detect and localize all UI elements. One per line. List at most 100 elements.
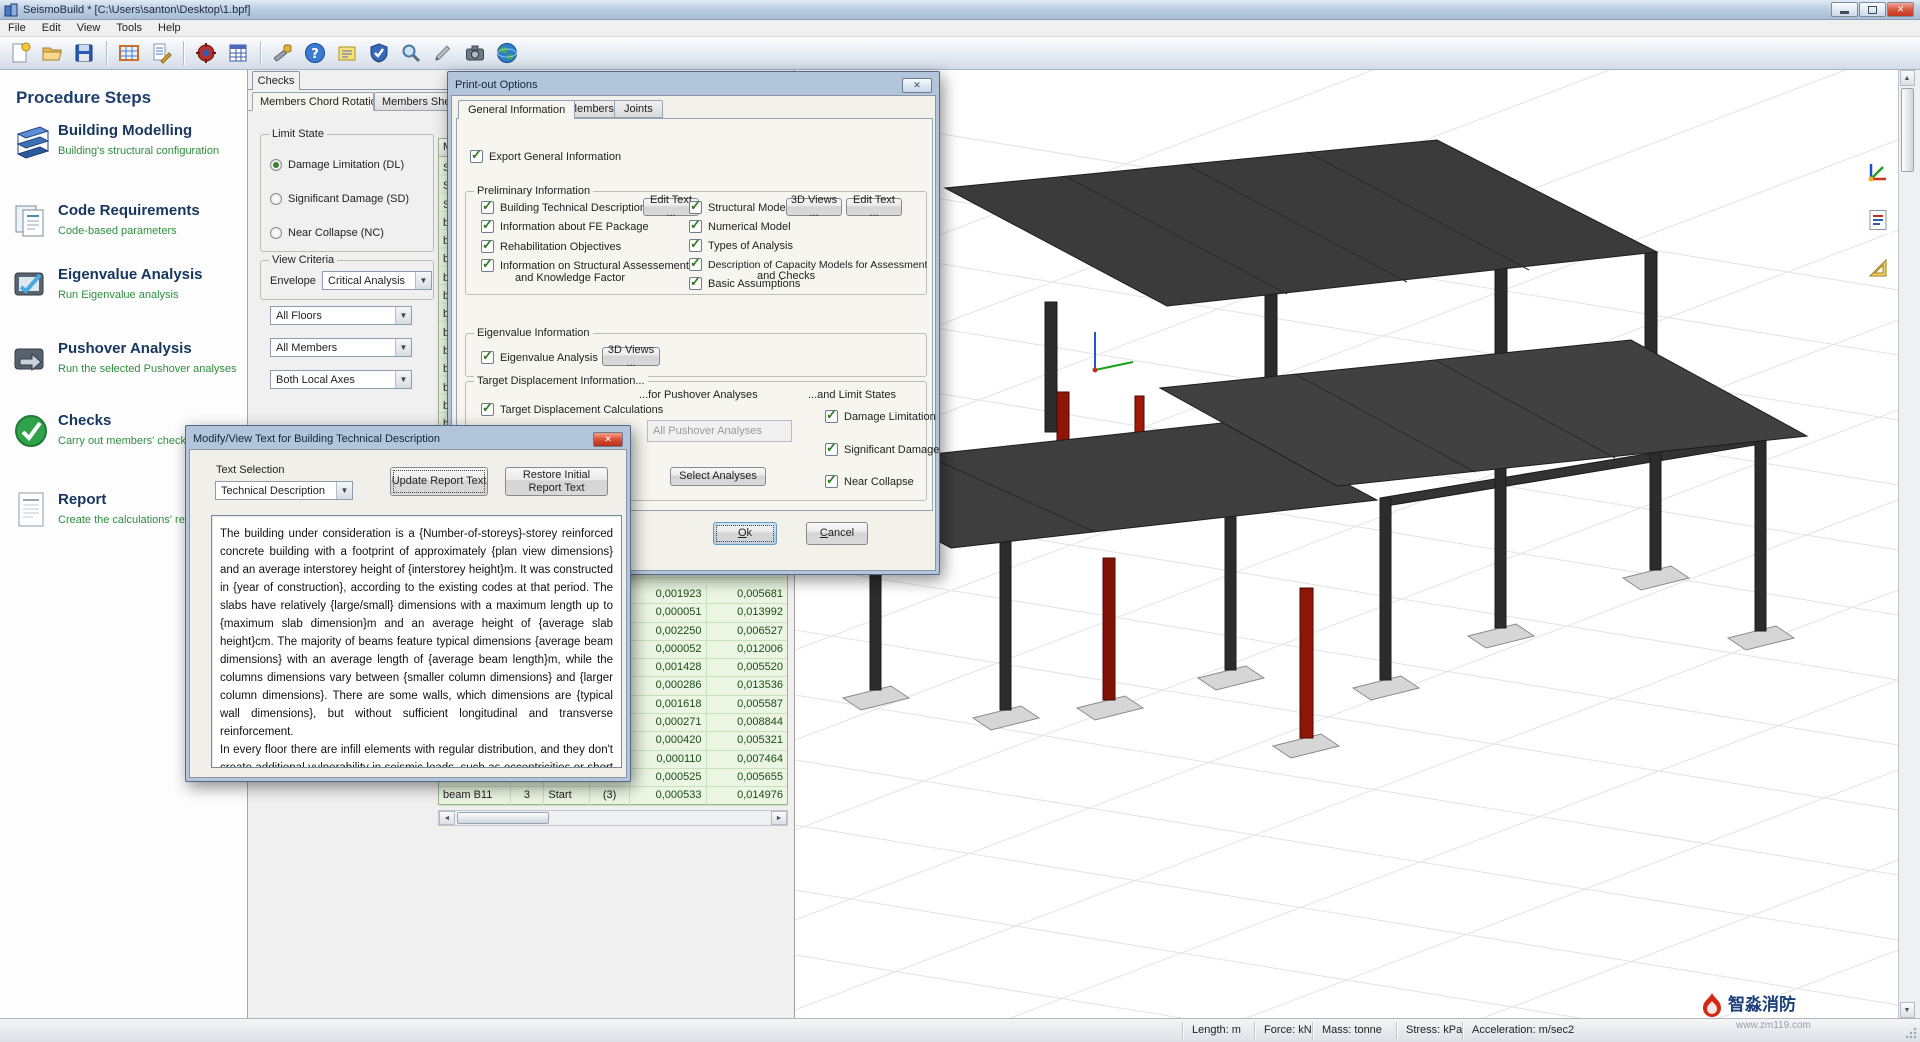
target-displacement-checkbox[interactable]: ✓Target Displacement Calculations [481, 403, 663, 416]
scroll-up-icon[interactable]: ▲ [1900, 70, 1915, 86]
new-file-button[interactable] [6, 39, 34, 67]
snapshot-button[interactable] [461, 39, 489, 67]
help-button[interactable]: ? [301, 39, 329, 67]
tools-button[interactable] [269, 39, 297, 67]
toolbar-separator [260, 41, 261, 65]
sidebar-item-eigenvalue-analysis[interactable]: Eigenvalue Analysis Run Eigenvalue analy… [0, 264, 248, 322]
cell-demand: 0,001923 [630, 586, 707, 603]
scroll-down-icon[interactable]: ▼ [1900, 1002, 1915, 1018]
basic-assumptions-checkbox[interactable]: ✓Basic Assumptions [689, 277, 800, 290]
eigenvalue-3d-views-button[interactable]: 3D Views ... [602, 347, 660, 366]
cell-capacity: 0,005655 [707, 769, 788, 786]
significant-damage-checkbox[interactable]: ✓Significant Damage [825, 443, 939, 456]
select-analyses-button[interactable]: Select Analyses [670, 467, 766, 486]
cancel-button[interactable]: Cancel [806, 522, 868, 545]
model-3d-view[interactable] [795, 70, 1898, 1018]
restore-initial-report-text-button[interactable]: Restore Initial Report Text [505, 467, 608, 496]
eigenvalue-analysis-checkbox[interactable]: ✓Eigenvalue Analysis [481, 351, 598, 364]
toolbar-separator [106, 41, 107, 65]
titlebar[interactable]: SeismoBuild * [C:\Users\santon\Desktop\1… [0, 0, 1920, 20]
web-button[interactable] [493, 39, 521, 67]
radio-significant-damage[interactable]: Significant Damage (SD) [270, 193, 409, 205]
scroll-left-icon[interactable]: ◄ [439, 811, 455, 825]
tab-checks[interactable]: Checks [252, 71, 300, 90]
maximize-icon [1868, 6, 1877, 14]
update-report-text-button[interactable]: Update Report Text [390, 467, 488, 496]
dialog-close-button[interactable]: ✕ [593, 432, 623, 447]
types-of-analysis-checkbox[interactable]: ✓Types of Analysis [689, 239, 793, 252]
checkbox-icon: ✓ [825, 443, 838, 456]
pushover-analyses-field[interactable]: All Pushover Analyses [647, 420, 792, 442]
output-list-button[interactable] [1864, 206, 1892, 234]
sidebar-item-building-modelling[interactable]: Building Modelling Building's structural… [0, 120, 248, 178]
result-tables-button[interactable] [224, 39, 252, 67]
members-combo[interactable]: All Members ▼ [270, 338, 412, 357]
tab-joints[interactable]: Joints [614, 100, 663, 118]
code-requirements-button[interactable] [147, 39, 175, 67]
table-horizontal-scrollbar[interactable]: ◄ ► [438, 810, 788, 826]
sidebar-item-code-requirements[interactable]: Code Requirements Code-based parameters [0, 200, 248, 258]
notes-button[interactable] [333, 39, 361, 67]
dialog-titlebar[interactable]: Modify/View Text for Building Technical … [189, 429, 627, 449]
status-separator [1182, 1022, 1183, 1039]
measure-button[interactable] [1864, 254, 1892, 282]
run-analysis-button[interactable] [192, 39, 220, 67]
scroll-right-icon[interactable]: ► [771, 811, 787, 825]
save-button[interactable] [70, 39, 98, 67]
building-technical-description-checkbox[interactable]: ✓Building Technical Description [481, 201, 646, 214]
near-collapse-checkbox[interactable]: ✓Near Collapse [825, 475, 914, 488]
minimize-button[interactable] [1831, 2, 1858, 17]
menu-view[interactable]: View [69, 21, 109, 35]
scroll-thumb[interactable] [1901, 88, 1914, 172]
edit-button[interactable] [429, 39, 457, 67]
radio-near-collapse[interactable]: Near Collapse (NC) [270, 227, 384, 239]
app-icon [4, 3, 18, 17]
menu-help[interactable]: Help [150, 21, 189, 35]
menu-file[interactable]: File [0, 21, 34, 35]
app-window: SeismoBuild * [C:\Users\santon\Desktop\1… [0, 0, 1920, 1042]
ok-button[interactable]: Ok [713, 522, 777, 545]
chevron-down-icon: ▼ [395, 307, 411, 324]
sidebar-item-pushover-analysis[interactable]: Pushover Analysis Run the selected Pusho… [0, 338, 248, 396]
maximize-button[interactable] [1859, 2, 1886, 17]
zoom-button[interactable] [397, 39, 425, 67]
floors-combo[interactable]: All Floors ▼ [270, 306, 412, 325]
report-text-area[interactable]: The building under consideration is a {N… [211, 515, 622, 768]
cell-demand: 0,000420 [630, 732, 707, 749]
text-selection-combo[interactable]: Technical Description ▼ [215, 481, 353, 500]
chevron-down-icon: ▼ [395, 371, 411, 388]
open-file-button[interactable] [38, 39, 66, 67]
scroll-thumb[interactable] [457, 812, 549, 824]
axes-combo[interactable]: Both Local Axes ▼ [270, 370, 412, 389]
dialog-titlebar[interactable]: Print-out Options ✕ [451, 75, 936, 95]
menu-tools[interactable]: Tools [108, 21, 150, 35]
export-general-checkbox[interactable]: ✓Export General Information [470, 150, 621, 163]
cell-demand: 0,001428 [630, 659, 707, 676]
close-icon: ✕ [913, 80, 921, 91]
orientation-button[interactable] [1864, 158, 1892, 186]
menu-edit[interactable]: Edit [34, 21, 69, 35]
dialog-close-button[interactable]: ✕ [902, 78, 932, 93]
resize-grip[interactable] [1905, 1027, 1917, 1039]
table-row[interactable]: beam B113Start(3)0,0005330,014976 [439, 787, 787, 805]
tab-members-chord-rotations[interactable]: Members Chord Rotations [252, 92, 374, 111]
building-modeller-button[interactable] [115, 39, 143, 67]
verify-checks-button[interactable] [365, 39, 393, 67]
view-vertical-scrollbar[interactable]: ▲ ▼ [1898, 70, 1915, 1018]
rehabilitation-objectives-checkbox[interactable]: ✓Rehabilitation Objectives [481, 240, 621, 253]
edit-text-button-2[interactable]: Edit Text ... [846, 198, 902, 216]
structural-model-checkbox[interactable]: ✓Structural Model [689, 201, 788, 214]
close-button[interactable]: ✕ [1887, 2, 1914, 17]
analysis-combo[interactable]: Critical Analysis ▼ [322, 271, 432, 290]
3d-views-button[interactable]: 3D Views ... [786, 198, 842, 216]
structural-assessment-checkbox[interactable]: ✓Information on Structural Assessement [481, 259, 689, 272]
checkbox-icon: ✓ [689, 201, 702, 214]
cell-floor: 3 [511, 787, 545, 804]
tab-general-information[interactable]: General Information [458, 100, 575, 119]
output-list-icon [1866, 208, 1890, 232]
numerical-model-checkbox[interactable]: ✓Numerical Model [689, 220, 791, 233]
fe-package-checkbox[interactable]: ✓Information about FE Package [481, 220, 649, 233]
radio-damage-limitation[interactable]: Damage Limitation (DL) [270, 159, 404, 171]
code-requirements-icon [10, 200, 52, 242]
damage-limitation-checkbox[interactable]: ✓Damage Limitation [825, 410, 936, 423]
